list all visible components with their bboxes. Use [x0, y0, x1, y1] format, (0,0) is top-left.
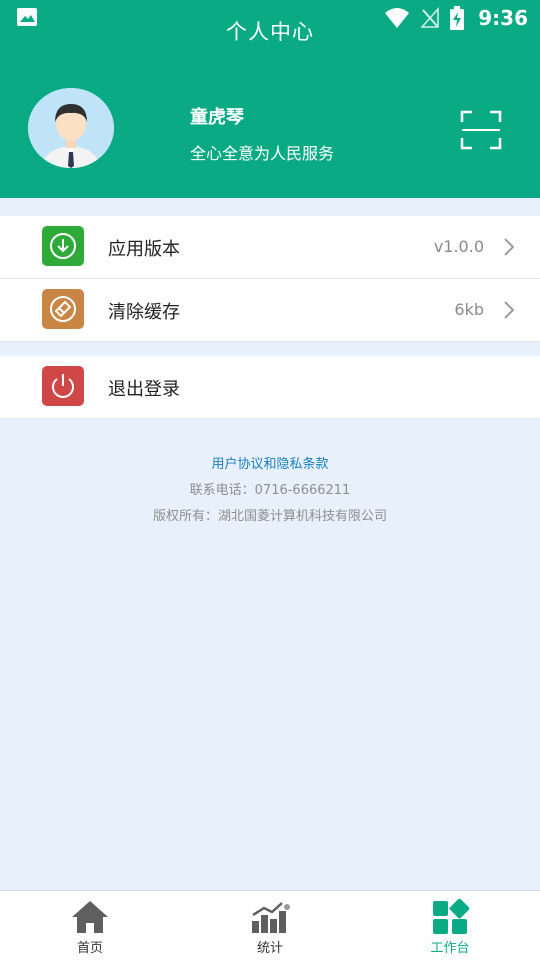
menu-item-value: 6kb — [454, 300, 484, 319]
nav-item-home[interactable]: 首页 — [0, 891, 180, 960]
footer-info: 用户协议和隐私条款 联系电话：0716-6666211 版权所有：湖北国菱计算机… — [0, 456, 540, 534]
header: 9:36 个人中心 童虎琴 全心全意为人民服务 — [0, 0, 540, 198]
menu-item-label: 清除缓存 — [108, 302, 180, 323]
workbench-icon — [433, 899, 470, 934]
settings-group: 应用版本 v1.0.0 清除缓存 6kb — [0, 216, 540, 342]
power-icon — [42, 366, 84, 406]
menu-item-clear-cache[interactable]: 清除缓存 6kb — [0, 279, 540, 342]
nav-label: 首页 — [76, 941, 103, 956]
nav-label: 统计 — [256, 941, 283, 956]
avatar-person-icon — [28, 88, 114, 168]
username: 童虎琴 — [190, 107, 244, 128]
nav-item-stats[interactable]: 统计 — [180, 891, 360, 960]
agreement-link[interactable]: 用户协议和隐私条款 — [0, 456, 540, 482]
page-title: 个人中心 — [226, 20, 314, 44]
logout-group: 退出登录 — [0, 356, 540, 419]
eraser-icon — [42, 289, 84, 329]
contact-phone: 联系电话：0716-6666211 — [189, 483, 351, 498]
avatar[interactable] — [28, 88, 114, 168]
chevron-right-icon — [504, 238, 514, 256]
scan-icon[interactable] — [460, 110, 502, 150]
download-icon — [42, 226, 84, 266]
bottom-nav: 首页 统计 工作台 — [0, 890, 540, 960]
copyright: 版权所有：湖北国菱计算机科技有限公司 — [152, 509, 387, 524]
chart-icon — [252, 902, 290, 933]
nav-label: 工作台 — [430, 941, 470, 956]
nav-item-workbench[interactable]: 工作台 — [360, 891, 540, 960]
screen: 9:36 个人中心 童虎琴 全心全意为人民服务 应用版本 v1.0.0 清除缓存… — [0, 0, 540, 960]
menu-item-label: 退出登录 — [108, 379, 180, 400]
menu-item-label: 应用版本 — [108, 239, 180, 260]
home-icon — [72, 901, 108, 933]
menu-item-app-version[interactable]: 应用版本 v1.0.0 — [0, 216, 540, 279]
menu-item-logout[interactable]: 退出登录 — [0, 356, 540, 419]
chevron-right-icon — [504, 301, 514, 319]
user-motto: 全心全意为人民服务 — [190, 144, 335, 163]
menu-item-value: v1.0.0 — [433, 237, 484, 256]
